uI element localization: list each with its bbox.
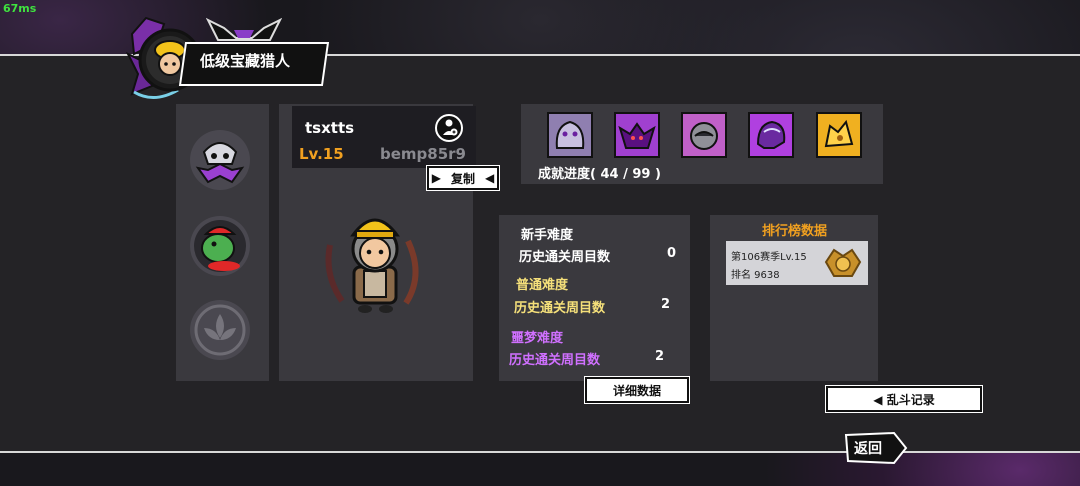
copy-button[interactable]: ▶ 复制 ◀	[427, 166, 499, 190]
badge-slot-1[interactable]	[188, 128, 252, 192]
player-character-sprite	[320, 205, 430, 317]
season-label: 第106赛季Lv.15	[731, 252, 807, 263]
brawl-record-button[interactable]: ◀ 乱斗记录	[826, 386, 982, 412]
detail-data-button[interactable]: 详细数据	[585, 377, 689, 403]
back-label: 返回	[854, 441, 882, 457]
nightmare-label: 历史通关周目数	[509, 353, 601, 368]
normal-label: 历史通关周目数	[514, 301, 606, 316]
novice-value: 0	[666, 246, 676, 261]
dinosaur-badge-icon	[190, 216, 250, 276]
back-button[interactable]: 返回	[842, 431, 908, 465]
achievement-icon-3[interactable]	[681, 112, 727, 158]
badge-slot-2[interactable]	[188, 214, 252, 278]
nightmare-value: 2	[654, 349, 664, 364]
add-friend-icon	[435, 114, 463, 142]
player-id: bemp85r9	[380, 145, 466, 163]
rank-crest-icon	[822, 244, 864, 282]
achievement-icon-2[interactable]	[614, 112, 660, 158]
golden-beast-icon	[824, 119, 854, 148]
achievement-icon-1[interactable]	[547, 112, 593, 158]
play-left-icon: ◀	[485, 171, 495, 185]
achievement-icon-4[interactable]	[748, 112, 794, 158]
add-friend-button[interactable]	[434, 113, 464, 143]
player-name: tsxtts	[305, 119, 355, 137]
hooded-wraith-icon	[690, 122, 718, 150]
leaderboard-title: 排行榜数据	[762, 224, 828, 239]
bottom-divider	[0, 451, 1080, 453]
nightmare-title: 噩梦难度	[511, 331, 564, 346]
novice-label: 历史通关周目数	[519, 250, 611, 265]
badge-slot-3[interactable]	[188, 298, 252, 362]
leaderboard-panel	[710, 215, 878, 381]
horned-crest-icon	[205, 16, 283, 44]
dragon-skull-icon	[756, 120, 786, 149]
achievement-icon-5[interactable]	[816, 112, 862, 158]
normal-value: 2	[660, 297, 670, 312]
fps-counter: 67ms	[3, 2, 37, 15]
rank-label: 排名 9638	[731, 270, 780, 281]
ghost-wolf-icon	[555, 120, 585, 149]
play-right-icon: ▶	[431, 171, 441, 185]
player-level: Lv.15	[299, 145, 344, 163]
normal-title: 普通难度	[516, 278, 569, 293]
demon-bat-icon	[618, 122, 656, 149]
locked-lotus-badge-icon	[190, 300, 250, 360]
page-title: 低级宝藏猎人	[200, 52, 291, 70]
achievement-progress: 成就进度( 44 / 99 )	[538, 167, 661, 182]
copy-label: 复制	[450, 171, 475, 186]
crystal-skull-badge-icon	[190, 130, 250, 190]
novice-title: 新手难度	[521, 228, 574, 243]
